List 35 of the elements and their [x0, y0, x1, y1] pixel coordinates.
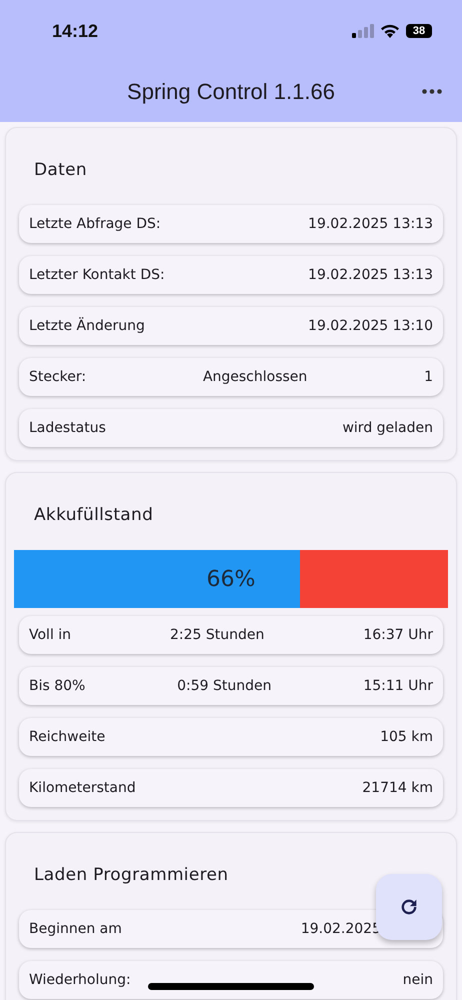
row-value: 15:11 Uhr: [363, 678, 433, 694]
row-value: 16:37 Uhr: [363, 627, 433, 643]
row-label: Letzte Abfrage DS:: [29, 216, 161, 232]
battery-percent: 66%: [206, 566, 256, 592]
signal-icon: [352, 24, 374, 38]
more-icon[interactable]: [422, 89, 442, 94]
row-label: Beginnen am: [29, 921, 122, 937]
section-title: Daten: [33, 159, 88, 182]
section-title: Akkufüllstand: [33, 504, 154, 527]
row-label: Letzter Kontakt DS:: [29, 267, 165, 283]
row-value: 1: [424, 369, 433, 385]
row-value: wird geladen: [342, 420, 433, 436]
row-label: Stecker:: [29, 369, 86, 385]
row-value: 21714 km: [362, 780, 433, 796]
row-value: 19.02.2025 13:13: [308, 216, 433, 232]
row-label: Voll in: [29, 627, 72, 643]
row-label: Ladestatus: [29, 420, 106, 436]
row-label: Letzte Änderung: [29, 318, 145, 334]
row-value: 19.02.2025 13:13: [308, 267, 433, 283]
row-value: Angeschlossen: [202, 369, 308, 385]
row-value: 2:25 Stunden: [170, 627, 264, 643]
row-value: 19.02.2025 13:10: [308, 318, 433, 334]
row-label: Wiederholung:: [29, 972, 131, 988]
row-value: 0:59 Stunden: [177, 678, 272, 694]
status-time: 14:12: [52, 20, 98, 42]
battery-icon: 38: [406, 24, 432, 38]
row-label: Reichweite: [29, 729, 106, 745]
wifi-icon: [380, 24, 400, 38]
row-value: 105 km: [380, 729, 433, 745]
row-value: 19.02.2025: [300, 921, 381, 937]
app-title: Spring Control 1.1.66: [127, 79, 335, 105]
row-label: Kilometerstand: [29, 780, 136, 796]
row-label: Bis 80%: [29, 678, 86, 694]
row-value: nein: [402, 972, 433, 988]
section-title: Laden Programmieren: [33, 864, 230, 887]
